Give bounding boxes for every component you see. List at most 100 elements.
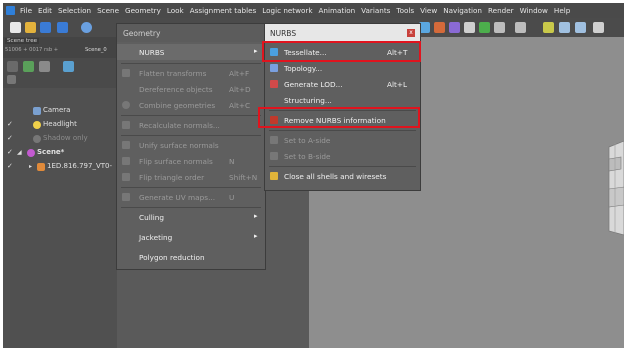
- menu-geometry[interactable]: Geometry: [122, 6, 164, 15]
- tree-row[interactable]: ✓ ◢ Scene*: [3, 147, 117, 159]
- app-icon: [6, 6, 15, 15]
- undo-icon[interactable]: [81, 22, 92, 33]
- menu-file[interactable]: File: [17, 6, 35, 15]
- menu-assignment-tables[interactable]: Assignment tables: [187, 6, 260, 15]
- tree-row[interactable]: ✓ Shadow only: [3, 133, 117, 145]
- menu-selection[interactable]: Selection: [55, 6, 94, 15]
- menu-item-shortcut: Alt+F: [229, 69, 250, 78]
- menu-tools[interactable]: Tools: [393, 6, 417, 15]
- menu-item-label: Flip surface normals: [139, 157, 213, 166]
- menu-item-culling[interactable]: Culling ▸: [117, 209, 265, 225]
- menu-item-label: Topology...: [284, 64, 323, 73]
- menu-item-jacketing[interactable]: Jacketing ▸: [117, 229, 265, 245]
- list-icon[interactable]: [7, 61, 18, 72]
- refresh-icon[interactable]: [63, 61, 74, 72]
- close-icon[interactable]: x: [407, 29, 415, 37]
- menu-item-close-all-shells[interactable]: Close all shells and wiresets: [265, 168, 420, 184]
- visibility-checkbox[interactable]: ✓: [7, 134, 13, 142]
- open-folder-icon[interactable]: [25, 22, 36, 33]
- menu-item-label: NURBS: [139, 48, 165, 57]
- menu-item-label: Combine geometries: [139, 101, 216, 110]
- menu-item-dereference-objects[interactable]: Dereference objects Alt+D: [117, 81, 265, 97]
- menu-item-generate-lod[interactable]: Generate LOD... Alt+L: [265, 76, 420, 92]
- menu-scene[interactable]: Scene: [94, 6, 122, 15]
- visibility-checkbox[interactable]: ✓: [7, 162, 13, 170]
- toolbar-tool-icon[interactable]: [515, 22, 526, 33]
- menu-item-topology[interactable]: Topology...: [265, 60, 420, 76]
- menu-animation[interactable]: Animation: [316, 6, 359, 15]
- menu-divider: [121, 115, 261, 116]
- expand-arrow-icon[interactable]: ◢: [17, 149, 22, 156]
- visibility-checkbox[interactable]: ✓: [7, 148, 13, 156]
- menu-item-combine-geometries[interactable]: Combine geometries Alt+C: [117, 97, 265, 113]
- expand-arrow-icon[interactable]: ▸: [29, 163, 32, 170]
- scenegraph-path: 51006 + 0017 rsb +: [5, 47, 59, 53]
- a-side-icon: [270, 136, 278, 144]
- toolbar-tool-icon[interactable]: [593, 22, 604, 33]
- light-bulb-icon: [33, 121, 41, 129]
- menu-logic-network[interactable]: Logic network: [259, 6, 315, 15]
- menu-item-flatten-transforms[interactable]: Flatten transforms Alt+F: [117, 65, 265, 81]
- toolbar-tool-icon[interactable]: [575, 22, 586, 33]
- menu-item-generate-uv-maps[interactable]: Generate UV maps... U: [117, 189, 265, 205]
- menu-item-unify-surface-normals[interactable]: Unify surface normals: [117, 137, 265, 153]
- tree-row-label: Scene*: [37, 148, 65, 156]
- lod-icon: [270, 80, 278, 88]
- combine-icon: [122, 101, 130, 109]
- menu-render[interactable]: Render: [485, 6, 517, 15]
- menu-item-label: Culling: [139, 213, 165, 222]
- scenegraph-scene-tab[interactable]: Scene_0: [85, 47, 107, 53]
- tree-row[interactable]: ✓ ▸ 1ED.816.797_VT0-: [3, 161, 117, 173]
- menu-item-shortcut: Shift+N: [229, 173, 258, 182]
- menu-item-set-to-a-side[interactable]: Set to A-side: [265, 132, 420, 148]
- menu-item-label: Flip triangle order: [139, 173, 205, 182]
- menu-window[interactable]: Window: [517, 6, 551, 15]
- toolbar-tool-icon[interactable]: [479, 22, 490, 33]
- scene-icon: [27, 149, 35, 157]
- menu-variants[interactable]: Variants: [358, 6, 393, 15]
- menu-item-polygon-reduction[interactable]: Polygon reduction: [117, 249, 265, 265]
- uv-map-icon: [122, 193, 130, 201]
- menu-item-label: Close all shells and wiresets: [284, 172, 387, 181]
- menu-item-set-to-b-side[interactable]: Set to B-side: [265, 148, 420, 164]
- menu-divider: [121, 207, 261, 208]
- menu-item-shortcut: U: [229, 193, 235, 202]
- toolbar-tool-icon[interactable]: [434, 22, 445, 33]
- menu-item-shortcut: Alt+D: [229, 85, 251, 94]
- tree-row-label: Shadow only: [43, 134, 88, 142]
- menu-item-nurbs[interactable]: NURBS ▸: [117, 44, 265, 60]
- import-icon[interactable]: [40, 22, 51, 33]
- submenu-arrow-icon: ▸: [254, 232, 258, 240]
- add-node-icon[interactable]: [23, 61, 34, 72]
- menu-help[interactable]: Help: [551, 6, 573, 15]
- toolbar-tool-icon[interactable]: [494, 22, 505, 33]
- menu-divider: [269, 166, 416, 167]
- toolbar-tool-icon[interactable]: [543, 22, 554, 33]
- expand-icon[interactable]: [7, 75, 16, 84]
- menu-look[interactable]: Look: [164, 6, 187, 15]
- menu-item-label: Jacketing: [139, 233, 173, 242]
- new-file-icon[interactable]: [10, 22, 21, 33]
- menu-divider: [269, 130, 416, 131]
- menu-item-flip-surface-normals[interactable]: Flip surface normals N: [117, 153, 265, 169]
- scenegraph-tab[interactable]: Scene tree: [5, 38, 40, 44]
- tree-row[interactable]: ✓ Headlight: [3, 119, 117, 131]
- menu-item-flip-triangle-order[interactable]: Flip triangle order Shift+N: [117, 169, 265, 185]
- menu-item-structuring[interactable]: Structuring...: [265, 92, 420, 108]
- menu-view[interactable]: View: [417, 6, 440, 15]
- menu-divider: [121, 63, 261, 64]
- toolbar-tool-icon[interactable]: [464, 22, 475, 33]
- unify-normals-icon: [122, 141, 130, 149]
- visibility-checkbox[interactable]: ✓: [7, 120, 13, 128]
- menu-navigation[interactable]: Navigation: [440, 6, 485, 15]
- app-window: File Edit Selection Scene Geometry Look …: [3, 3, 624, 348]
- tree-row-label: 1ED.816.797_VT0-: [47, 162, 112, 170]
- group-icon[interactable]: [39, 61, 50, 72]
- menu-item-recalculate-normals[interactable]: Recalculate normals...: [117, 117, 265, 133]
- menu-divider: [121, 187, 261, 188]
- save-icon[interactable]: [57, 22, 68, 33]
- toolbar-tool-icon[interactable]: [449, 22, 460, 33]
- menu-edit[interactable]: Edit: [35, 6, 55, 15]
- toolbar-tool-icon[interactable]: [559, 22, 570, 33]
- tree-row[interactable]: Camera: [3, 105, 117, 117]
